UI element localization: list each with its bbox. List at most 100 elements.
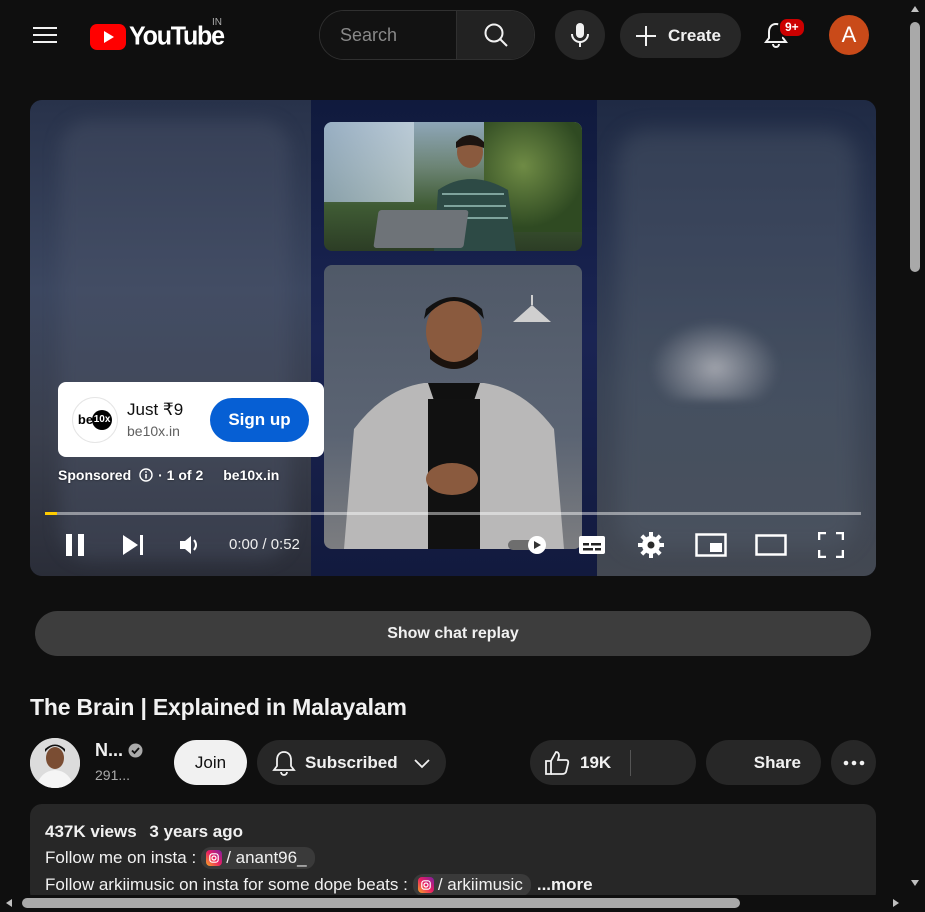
search-icon	[484, 23, 508, 47]
logo-wordmark: YouTube	[129, 21, 225, 51]
progress-bar[interactable]	[45, 512, 861, 515]
share-button[interactable]: Share	[706, 740, 821, 785]
like-button[interactable]: 19K	[530, 740, 630, 785]
description-line-1-text: Follow me on insta :	[45, 848, 197, 867]
description-meta: 437K views 3 years ago	[45, 822, 861, 842]
video-background-left	[30, 100, 311, 576]
fullscreen-button[interactable]	[816, 530, 846, 560]
building-shape	[324, 122, 414, 202]
instagram-link-arkiimusic[interactable]: / arkiimusic	[412, 874, 531, 896]
autoplay-toggle[interactable]	[508, 536, 550, 554]
masthead: YouTube IN Create 9+ A	[0, 0, 908, 70]
fullscreen-icon	[818, 532, 844, 558]
voice-search-button[interactable]	[555, 10, 605, 60]
theater-mode-icon	[755, 534, 787, 556]
like-dislike-group: 19K	[530, 740, 696, 785]
next-button[interactable]	[118, 530, 148, 560]
scroll-left-arrow-icon[interactable]	[5, 898, 13, 908]
subscribed-button[interactable]: Subscribed	[257, 740, 446, 785]
presenter-figure	[344, 297, 564, 549]
search-box	[319, 10, 535, 60]
advertiser-logo-text: be	[77, 412, 94, 427]
ad-text-block: Just ₹9 be10x.in	[127, 400, 207, 439]
ad-count: · 1 of 2	[158, 467, 204, 483]
dislike-button[interactable]	[631, 740, 696, 785]
ad-overlay-card[interactable]: be 10x Just ₹9 be10x.in Sign up	[58, 382, 324, 457]
description-more-link[interactable]: ...more	[537, 875, 593, 895]
guide-menu-button[interactable]	[25, 15, 65, 55]
video-frame-laptop-scene	[324, 122, 582, 251]
theater-mode-button[interactable]	[754, 530, 788, 560]
info-icon[interactable]	[139, 468, 153, 482]
microphone-icon	[571, 23, 589, 47]
chevron-down-icon	[413, 758, 430, 768]
instagram-link-arkiimusic-text: / arkiimusic	[437, 875, 523, 894]
pause-icon	[66, 534, 84, 556]
youtube-play-logo-icon	[90, 23, 126, 50]
scroll-down-arrow-icon[interactable]	[910, 879, 920, 887]
blurred-lamp	[650, 320, 780, 400]
instagram-link-anant-text: / anant96_	[226, 848, 307, 867]
volume-icon	[180, 536, 197, 554]
search-input[interactable]	[320, 11, 456, 59]
hamburger-icon	[33, 27, 57, 43]
more-actions-button[interactable]	[831, 740, 876, 785]
view-count: 437K views	[45, 822, 137, 841]
ad-signup-button[interactable]: Sign up	[210, 397, 309, 442]
scroll-right-arrow-icon[interactable]	[892, 898, 900, 908]
instagram-link-anant[interactable]: / anant96_	[201, 847, 315, 869]
channel-name-text: N...	[95, 740, 124, 760]
bell-icon	[272, 750, 296, 776]
subtitles-button[interactable]	[575, 530, 609, 560]
video-frame-presenter	[324, 265, 582, 549]
create-button[interactable]: Create	[620, 13, 741, 58]
gear-icon	[638, 532, 664, 558]
time-display: 0:00 / 0:52	[229, 536, 300, 553]
channel-avatar-figure	[30, 738, 80, 788]
video-player[interactable]: be 10x Just ₹9 be10x.in Sign up Sponsored…	[30, 100, 876, 576]
more-horizontal-icon	[843, 760, 864, 765]
description-box[interactable]: 437K views 3 years ago Follow me on inst…	[30, 804, 876, 904]
miniplayer-button[interactable]	[694, 530, 728, 560]
upload-age: 3 years ago	[149, 822, 243, 841]
join-button[interactable]: Join	[174, 740, 247, 785]
miniplayer-icon	[695, 533, 727, 557]
description-line-2-text: Follow arkiimusic on insta for some dope…	[45, 875, 408, 894]
instagram-icon	[417, 877, 434, 893]
skip-next-icon	[123, 535, 143, 555]
ad-sponsored-row: Sponsored · 1 of 2 be10x.in	[58, 467, 279, 483]
create-label: Create	[668, 25, 721, 45]
advertiser-logo-badge: 10x	[92, 409, 113, 430]
pause-button[interactable]	[60, 530, 90, 560]
vertical-scrollbar-thumb[interactable]	[910, 22, 920, 272]
scroll-up-arrow-icon[interactable]	[910, 5, 920, 13]
ad-domain: be10x.in	[127, 423, 180, 439]
thumbs-up-icon	[545, 750, 570, 775]
instagram-icon	[206, 850, 223, 866]
account-avatar[interactable]: A	[829, 15, 869, 55]
mute-button[interactable]	[175, 530, 205, 560]
notification-count-badge: 9+	[778, 17, 806, 38]
advertiser-logo: be 10x	[72, 396, 118, 443]
description-line-2: Follow arkiimusic on insta for some dope…	[45, 874, 861, 896]
verified-check-icon	[128, 743, 143, 758]
channel-avatar[interactable]	[30, 738, 80, 788]
like-count: 19K	[580, 752, 612, 772]
youtube-logo[interactable]: YouTube	[90, 21, 225, 51]
laptop-shape	[373, 210, 469, 248]
closed-captions-icon	[579, 536, 605, 554]
description-line-1: Follow me on insta : / anant96_	[45, 847, 861, 869]
plus-icon	[636, 25, 656, 46]
video-title: The Brain | Explained in Malayalam	[30, 694, 407, 720]
settings-button[interactable]	[636, 530, 666, 560]
subscribed-label: Subscribed	[305, 752, 398, 772]
search-button[interactable]	[456, 11, 534, 59]
horizontal-scrollbar-thumb[interactable]	[22, 898, 740, 908]
ad-title: Just ₹9	[127, 400, 184, 419]
advertiser-link[interactable]: be10x.in	[223, 467, 279, 483]
progress-bar-played	[45, 512, 57, 515]
show-chat-replay-button[interactable]: Show chat replay	[35, 611, 871, 656]
country-code: IN	[212, 17, 222, 28]
channel-name[interactable]: N...	[95, 740, 143, 761]
channel-subscriber-count: 291...	[95, 767, 131, 783]
